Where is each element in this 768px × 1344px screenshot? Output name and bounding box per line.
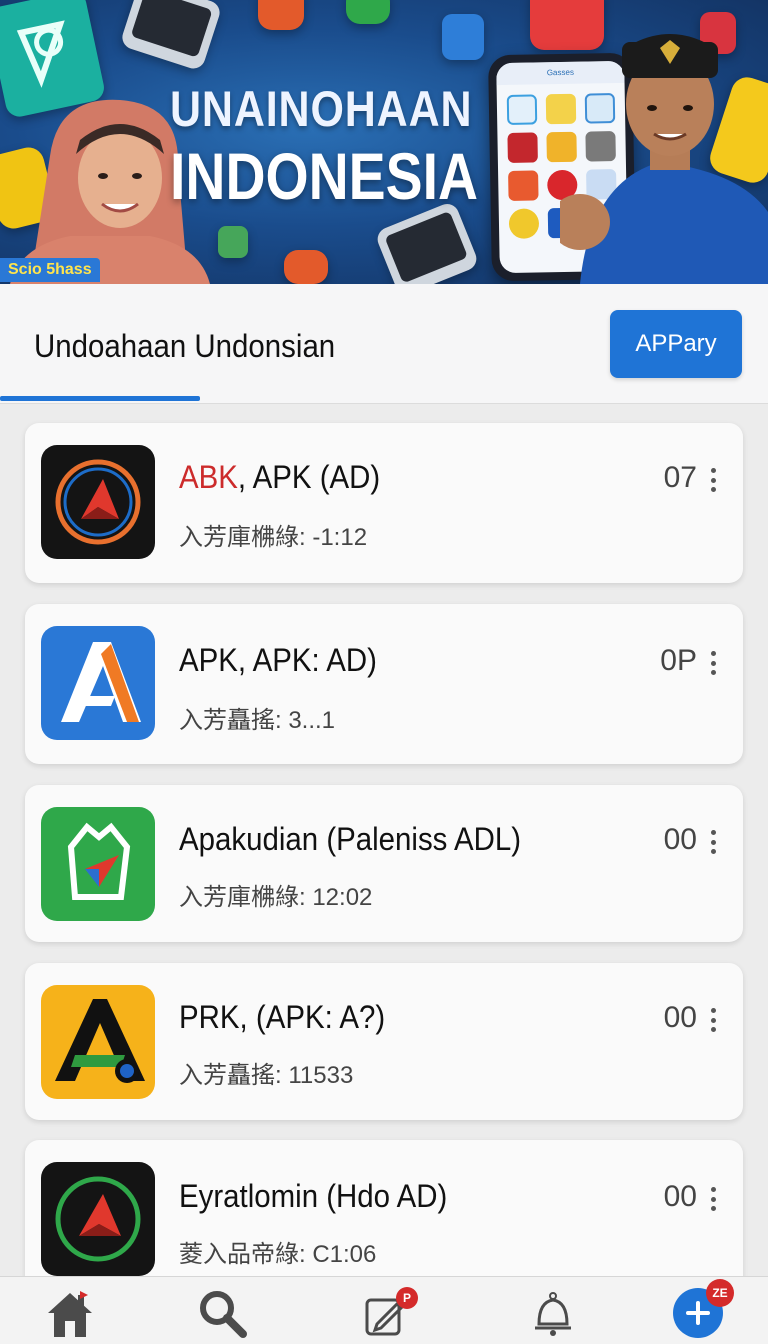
list-item[interactable]: ABK, APK (AD) 入芳庫梻綠: -1:12 07 [25, 423, 743, 583]
list-item[interactable]: APK, APK: AD) 入芳矗搖: 3...1 0P [25, 604, 743, 764]
nav-edit[interactable]: P [356, 1285, 418, 1341]
more-options-icon[interactable] [703, 465, 723, 495]
more-options-icon[interactable] [703, 827, 723, 857]
floating-app-icon [346, 0, 390, 24]
man-portrait-image [560, 34, 768, 284]
more-options-icon[interactable] [703, 648, 723, 678]
app-count: 00 [663, 1180, 697, 1213]
red-triangle-green-ring-icon [41, 1162, 155, 1276]
app-name: Apakudian (Paleniss ADL) [179, 821, 522, 857]
home-icon [48, 1291, 92, 1337]
page-title: Undoahaan Undonsian [34, 328, 336, 364]
notification-badge: ZE [706, 1279, 734, 1307]
app-meta: 入芳矗搖: 3...1 [179, 707, 336, 734]
nav-home[interactable] [40, 1285, 100, 1341]
floating-app-icon [284, 250, 328, 284]
floating-app-icon [258, 0, 304, 30]
nav-notifications[interactable] [522, 1285, 582, 1341]
letter-a-lens-icon [41, 985, 155, 1099]
app-count: 00 [663, 823, 697, 856]
banner-corner-tag: Scio 5hass [0, 258, 100, 282]
app-count: 00 [663, 1001, 697, 1034]
floating-avatar-icon [442, 14, 484, 60]
app-meta: 入芳庫梻綠: 12:02 [179, 884, 373, 911]
banner-title-line2: INDONESIA [170, 139, 479, 213]
bottom-navigation: P ZE [0, 1276, 768, 1344]
letter-a-icon [41, 626, 155, 740]
app-name: Eyratlomin (Hdo AD) [179, 1178, 448, 1214]
more-options-icon[interactable] [703, 1184, 723, 1214]
apply-button[interactable]: APPary [610, 310, 742, 378]
app-name: APK, APK: AD) [179, 642, 377, 678]
app-meta: 入芳矗搖: 11533 [179, 1062, 354, 1089]
more-options-icon[interactable] [703, 1005, 723, 1035]
app-name: PRK, (APK: A?) [179, 999, 386, 1035]
floating-avatar-icon [218, 226, 248, 258]
recycle-arrow-icon [41, 807, 155, 921]
list-item[interactable]: Apakudian (Paleniss ADL) 入芳庫梻綠: 12:02 00 [25, 785, 743, 942]
app-count: 0P [660, 644, 697, 677]
app-meta: 菱入品帝綠: C1:06 [179, 1241, 377, 1268]
list-item[interactable]: PRK, (APK: A?) 入芳矗搖: 11533 00 [25, 963, 743, 1120]
bell-icon [535, 1292, 571, 1336]
search-icon [200, 1291, 247, 1338]
floating-phone-icon [119, 0, 223, 72]
page-header: Undoahaan Undonsian APPary [0, 284, 768, 404]
app-count: 07 [663, 461, 697, 494]
active-tab-indicator [0, 396, 200, 401]
app-meta: 入芳庫梻綠: -1:12 [179, 524, 368, 551]
nav-search[interactable] [192, 1285, 252, 1341]
banner-title-line1: UNAINOHAAN [170, 81, 473, 137]
app-name: ABK, APK (AD) [179, 459, 381, 495]
notification-badge: P [396, 1287, 418, 1309]
red-triangle-ring-icon [41, 445, 155, 559]
hero-banner[interactable]: Gasses UNAINOHAAN INDONESIA Scio 5hass [0, 0, 768, 284]
nav-add[interactable]: ZE [668, 1279, 734, 1341]
